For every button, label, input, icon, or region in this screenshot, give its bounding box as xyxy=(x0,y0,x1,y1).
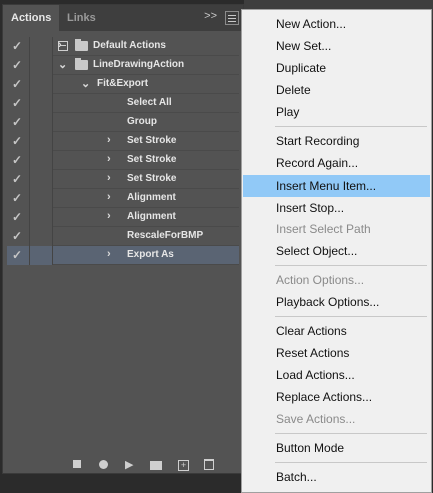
bottom-toolbar: ▶ + xyxy=(3,455,243,473)
action-label: Alignment xyxy=(127,211,176,222)
record-icon[interactable] xyxy=(99,460,108,469)
menu-item-replace-actions[interactable]: Replace Actions... xyxy=(243,386,430,408)
toggle-check-icon[interactable]: ✓ xyxy=(12,172,22,186)
action-label: Default Actions xyxy=(93,40,166,51)
action-label: RescaleForBMP xyxy=(127,230,204,241)
menu-item-action-options: Action Options... xyxy=(276,273,365,287)
menu-item-load-actions[interactable]: Load Actions... xyxy=(243,364,430,386)
menu-item-insert-select-path: Insert Select Path xyxy=(276,222,371,236)
toggle-check-icon[interactable]: ✓ xyxy=(12,134,22,148)
menu-item-reset-actions[interactable]: Reset Actions xyxy=(243,342,430,364)
context-menu: New Action... New Set... Duplicate Delet… xyxy=(241,9,432,493)
menu-item-start-recording[interactable]: Start Recording xyxy=(243,130,430,152)
chevron-right-icon[interactable]: › xyxy=(107,153,111,165)
menu-item-select-object[interactable]: Select Object... xyxy=(243,240,430,262)
action-set-row[interactable]: ✓ › Default Actions xyxy=(7,37,239,56)
panel-tab-bar: Actions Links >> xyxy=(3,5,243,31)
menu-item-playback-options[interactable]: Playback Options... xyxy=(243,291,430,313)
toggle-check-icon[interactable]: ✓ xyxy=(12,229,22,243)
chevron-right-icon[interactable]: › xyxy=(107,191,111,203)
action-label: Set Stroke xyxy=(127,154,177,165)
action-row[interactable]: ✓ ⌄ Fit&Export xyxy=(7,75,239,94)
play-icon[interactable]: ▶ xyxy=(125,458,133,471)
menu-separator xyxy=(275,316,427,317)
menu-item-insert-stop[interactable]: Insert Stop... xyxy=(243,197,430,219)
tab-actions[interactable]: Actions xyxy=(3,5,60,31)
action-step-row[interactable]: ✓ Group xyxy=(7,113,239,132)
menu-separator xyxy=(275,433,427,434)
toggle-check-icon[interactable]: ✓ xyxy=(12,96,22,110)
menu-item-button-mode[interactable]: Button Mode xyxy=(243,437,430,459)
toggle-check-icon[interactable]: ✓ xyxy=(12,153,22,167)
panel-menu-button[interactable] xyxy=(225,11,239,25)
toggle-check-icon[interactable]: ✓ xyxy=(12,39,22,53)
chevron-right-icon[interactable]: › xyxy=(107,134,111,146)
trash-icon[interactable] xyxy=(204,459,214,470)
action-label: Set Stroke xyxy=(127,173,177,184)
menu-separator xyxy=(275,462,427,463)
menu-item-save-actions: Save Actions... xyxy=(276,412,356,426)
menu-item-record-again[interactable]: Record Again... xyxy=(243,152,430,174)
folder-icon[interactable] xyxy=(150,461,162,470)
toggle-check-icon[interactable]: ✓ xyxy=(12,248,22,262)
action-set-row[interactable]: ✓ ⌄ LineDrawingAction xyxy=(7,56,239,75)
toggle-check-icon[interactable]: ✓ xyxy=(12,191,22,205)
menu-item-play[interactable]: Play xyxy=(243,101,430,123)
chevron-right-icon[interactable]: › xyxy=(58,39,62,51)
actions-list: ✓ › Default Actions ✓ ⌄ LineDrawingActio… xyxy=(7,37,239,442)
menu-separator xyxy=(275,126,427,127)
menu-item-insert-menu-item[interactable]: Insert Menu Item... xyxy=(243,175,430,197)
chevron-right-icon[interactable]: › xyxy=(107,210,111,222)
folder-icon xyxy=(75,58,88,70)
chevron-down-icon[interactable]: ⌄ xyxy=(81,77,90,90)
action-step-row[interactable]: ✓ › Set Stroke xyxy=(7,132,239,151)
action-step-row-selected[interactable]: ✓ › Export As xyxy=(7,246,239,265)
chevron-right-icon[interactable]: › xyxy=(107,248,111,260)
action-label: Set Stroke xyxy=(127,135,177,146)
action-step-row[interactable]: ✓ › Set Stroke xyxy=(7,170,239,189)
menu-item-clear-actions[interactable]: Clear Actions xyxy=(243,320,430,342)
chevron-down-icon[interactable]: ⌄ xyxy=(58,58,67,71)
menu-separator xyxy=(275,265,427,266)
action-step-row[interactable]: ✓ › Alignment xyxy=(7,208,239,227)
collapse-panel-button[interactable]: >> xyxy=(204,10,217,22)
folder-icon xyxy=(75,39,88,51)
chevron-right-icon[interactable]: › xyxy=(107,172,111,184)
new-action-icon[interactable]: + xyxy=(178,460,189,471)
menu-item-new-action[interactable]: New Action... xyxy=(243,13,430,35)
menu-item-new-set[interactable]: New Set... xyxy=(243,35,430,57)
action-label: Export As xyxy=(127,249,174,260)
toggle-check-icon[interactable]: ✓ xyxy=(12,115,22,129)
menu-item-batch[interactable]: Batch... xyxy=(243,466,430,488)
menu-item-delete[interactable]: Delete xyxy=(243,79,430,101)
action-step-row[interactable]: ✓ Select All xyxy=(7,94,239,113)
action-step-row[interactable]: ✓ RescaleForBMP xyxy=(7,227,239,246)
action-step-row[interactable]: ✓ › Alignment xyxy=(7,189,239,208)
action-step-row[interactable]: ✓ › Set Stroke xyxy=(7,151,239,170)
action-label: Group xyxy=(127,116,157,127)
action-label: Select All xyxy=(127,97,172,108)
toggle-check-icon[interactable]: ✓ xyxy=(12,210,22,224)
toggle-check-icon[interactable]: ✓ xyxy=(12,77,22,91)
toggle-check-icon[interactable]: ✓ xyxy=(12,58,22,72)
action-label: LineDrawingAction xyxy=(93,59,185,70)
action-label: Alignment xyxy=(127,192,176,203)
stop-icon[interactable] xyxy=(73,460,81,468)
tab-links[interactable]: Links xyxy=(59,5,104,31)
action-label: Fit&Export xyxy=(97,78,149,89)
menu-item-duplicate[interactable]: Duplicate xyxy=(243,57,430,79)
actions-panel: Actions Links >> ✓ › Default Actions ✓ ⌄… xyxy=(2,4,244,474)
